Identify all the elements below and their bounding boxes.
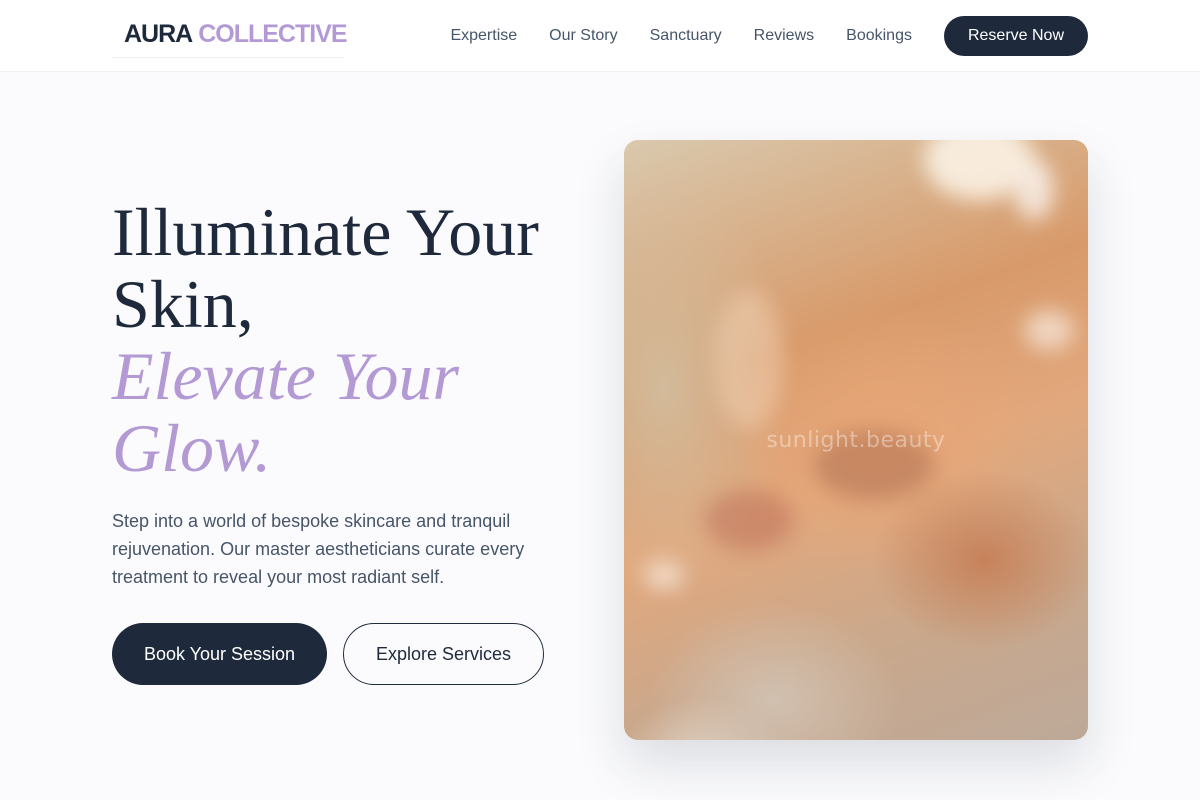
brand-name-primary: AURA <box>124 20 193 48</box>
hero-title: Illuminate Your Skin, Elevate Your Glow. <box>112 196 612 484</box>
hero-title-line1: Illuminate Your Skin, <box>112 194 539 342</box>
light-bokeh <box>644 560 684 590</box>
image-watermark: sunlight.beauty <box>766 428 946 453</box>
book-session-button[interactable]: Book Your Session <box>112 623 327 685</box>
nav-link-our-story[interactable]: Our Story <box>549 27 617 45</box>
brand-logo[interactable]: AURA COLLECTIVE <box>112 12 348 58</box>
explore-services-button[interactable]: Explore Services <box>343 623 544 685</box>
hero-image: sunlight.beauty <box>624 140 1088 740</box>
site-header: AURA COLLECTIVE Expertise Our Story Sanc… <box>0 0 1200 72</box>
hero-title-line2: Elevate Your Glow. <box>112 338 459 486</box>
nav-link-sanctuary[interactable]: Sanctuary <box>650 27 722 45</box>
main-nav: Expertise Our Story Sanctuary Reviews Bo… <box>450 16 1088 56</box>
light-bokeh <box>1024 310 1074 350</box>
reserve-now-button[interactable]: Reserve Now <box>943 16 1088 56</box>
nav-link-reviews[interactable]: Reviews <box>754 27 814 45</box>
nav-link-expertise[interactable]: Expertise <box>450 27 517 45</box>
nav-link-bookings[interactable]: Bookings <box>846 27 912 45</box>
brand-name-accent: COLLECTIVE <box>198 20 347 48</box>
lips-shadow <box>704 490 794 550</box>
light-bokeh <box>714 290 784 430</box>
hero-description: Step into a world of bespoke skincare an… <box>112 511 525 587</box>
light-bokeh <box>1014 160 1054 220</box>
